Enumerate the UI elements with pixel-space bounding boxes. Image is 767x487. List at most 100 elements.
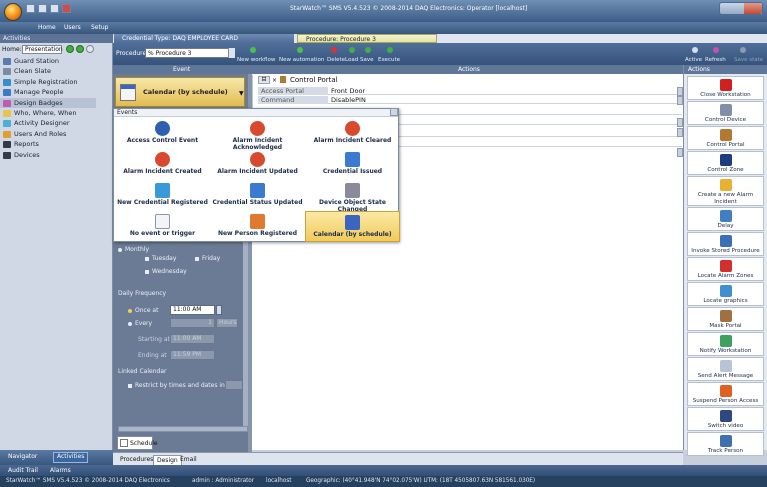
event-panel-scrollbar[interactable] — [243, 232, 248, 426]
sidebar-item[interactable]: Reports — [0, 139, 113, 149]
toolbar-button-icon[interactable] — [387, 47, 393, 53]
home-add-icon[interactable] — [66, 45, 74, 53]
menu-setup[interactable]: Setup — [91, 24, 108, 31]
audit-trail-tab[interactable]: Audit Trail — [8, 467, 38, 474]
event-option[interactable]: Credential Status Updated — [210, 180, 305, 211]
menu-home[interactable]: Home — [38, 24, 56, 31]
active-icon[interactable] — [692, 47, 698, 53]
action-item[interactable]: Control Portal — [687, 126, 764, 150]
action-item[interactable]: Create a new Alarm Incident — [687, 176, 764, 206]
event-option[interactable]: Alarm Incident Cleared — [305, 118, 400, 149]
every-unit-select[interactable]: Hours — [216, 318, 238, 328]
toolbar-button-icon[interactable] — [365, 47, 371, 53]
action-item[interactable]: Invoke Stored Procedure — [687, 232, 764, 256]
monthly-option[interactable]: Monthly — [118, 246, 149, 253]
toolbar-button[interactable]: Load — [345, 57, 358, 63]
window-controls[interactable] — [719, 2, 763, 15]
toolbar-button[interactable]: New workflow — [237, 57, 275, 63]
event-option[interactable]: Credential Issued — [305, 149, 400, 180]
toolbar-button[interactable]: Save — [360, 57, 374, 63]
ending-at-input[interactable]: 11:59 PM — [170, 350, 215, 360]
close-icon[interactable]: × — [272, 77, 277, 84]
toolbar-button[interactable]: Delete — [327, 57, 345, 63]
window-close-icon[interactable] — [744, 3, 762, 14]
event-option[interactable]: Alarm Incident Updated — [210, 149, 305, 180]
sidebar-item[interactable]: Users And Roles — [0, 129, 113, 139]
sidebar-item[interactable]: Who, Where, When — [0, 108, 113, 118]
action-item[interactable]: Control Zone — [687, 151, 764, 175]
friday-checkbox[interactable]: Friday — [195, 255, 220, 262]
tab-credential-type[interactable]: Credential Type: DAQ EMPLOYEE CARD — [114, 34, 294, 43]
home-refresh-icon[interactable] — [76, 45, 84, 53]
action-row-value[interactable]: Front Door — [328, 87, 677, 95]
tuesday-checkbox[interactable]: Tuesday — [145, 255, 176, 262]
event-option[interactable]: Alarm Incident Acknowledged — [210, 118, 305, 151]
bottom-tab[interactable]: Email — [177, 455, 200, 465]
action-item[interactable]: Send Alert Message — [687, 357, 764, 381]
time-spinner[interactable] — [216, 305, 222, 315]
chevron-down-icon[interactable]: ▼ — [239, 90, 244, 97]
toolbar-button-icon[interactable] — [297, 47, 303, 53]
procedure-dropdown-icon[interactable] — [228, 48, 235, 58]
refresh-icon[interactable] — [713, 47, 719, 53]
procedure-select[interactable]: % Procedure 3 — [145, 48, 235, 58]
action-item[interactable]: Switch video — [687, 407, 764, 431]
active-button[interactable]: Active — [685, 57, 702, 63]
tab-procedure[interactable]: Procedure: Procedure 3 — [297, 34, 437, 43]
calendar-select[interactable] — [225, 380, 243, 390]
event-option[interactable]: Calendar (by schedule) — [305, 211, 400, 242]
app-orb-icon[interactable] — [4, 3, 22, 21]
event-option[interactable]: Device Object State Changed — [305, 180, 400, 213]
action-row-value[interactable]: DisablePIN — [328, 96, 677, 104]
sidebar-item[interactable]: Guard Station — [0, 56, 113, 66]
action-item[interactable]: Notify Workstation — [687, 332, 764, 356]
popup-scroll-icon[interactable] — [390, 108, 398, 116]
action-item[interactable]: Control Device — [687, 101, 764, 125]
menu-users[interactable]: Users — [64, 24, 81, 31]
toolbar-button[interactable]: New automation — [279, 57, 324, 63]
home-select[interactable]: Presentation — [22, 45, 63, 54]
quick-access-redo-icon[interactable] — [50, 4, 59, 13]
action-item[interactable]: Mask Portal — [687, 307, 764, 331]
refresh-button[interactable]: Refresh — [705, 57, 726, 63]
save-state-button[interactable]: Save state — [734, 57, 763, 63]
event-option[interactable]: New Person Registered — [210, 211, 305, 242]
toolbar-button[interactable]: Execute — [378, 57, 400, 63]
toolbar-button-icon[interactable] — [331, 47, 337, 53]
restrict-checkbox[interactable]: Restrict by times and dates in: — [128, 382, 227, 389]
toolbar-button-icon[interactable] — [349, 47, 355, 53]
sidebar-item[interactable]: Simple Registration — [0, 77, 113, 87]
event-option[interactable]: New Credential Registered — [115, 180, 210, 211]
every-value-input[interactable]: 1 — [170, 318, 215, 328]
quick-access-close-icon[interactable] — [62, 4, 71, 13]
action-item[interactable]: Locate Alarm Zones — [687, 257, 764, 281]
action-item[interactable]: Close Workstation — [687, 76, 764, 100]
once-at-option[interactable]: Once at — [128, 307, 158, 314]
starting-at-input[interactable]: 11:00 AM — [170, 334, 215, 344]
activities-tab[interactable]: Activities — [53, 452, 89, 463]
action-item[interactable]: Delay — [687, 207, 764, 231]
save-state-icon[interactable] — [740, 47, 746, 53]
sidebar-item[interactable]: Design Badges — [0, 97, 96, 108]
collapse-icon[interactable]: ⊟ — [258, 76, 270, 84]
alarms-tab[interactable]: Alarms — [50, 467, 71, 474]
sidebar-item[interactable]: Devices — [0, 150, 113, 160]
home-options-icon[interactable] — [86, 45, 94, 53]
action-item[interactable]: Locate graphics — [687, 282, 764, 306]
sidebar-item[interactable]: Activity Designer — [0, 118, 113, 128]
event-option[interactable]: Alarm Incident Created — [115, 149, 210, 180]
action-item[interactable]: Track Person — [687, 432, 764, 456]
once-at-time-input[interactable]: 11:00 AM — [170, 305, 215, 315]
sidebar-item[interactable]: Clean Slate — [0, 66, 113, 76]
event-panel-hscrollbar[interactable] — [118, 426, 248, 432]
every-option[interactable]: Every — [128, 320, 152, 327]
event-option[interactable]: Access Control Event — [115, 118, 210, 149]
bottom-tab[interactable]: Procedures — [117, 455, 156, 465]
event-option[interactable]: No event or trigger — [115, 211, 210, 242]
action-item[interactable]: Suspend Person Access — [687, 382, 764, 406]
quick-access-undo-icon[interactable] — [38, 4, 47, 13]
selected-event-button[interactable]: Calendar (by schedule) ▼ — [115, 77, 245, 107]
toolbar-button-icon[interactable] — [250, 47, 256, 53]
navigator-tab[interactable]: Navigator — [8, 453, 37, 460]
quick-access-save-icon[interactable] — [26, 4, 35, 13]
